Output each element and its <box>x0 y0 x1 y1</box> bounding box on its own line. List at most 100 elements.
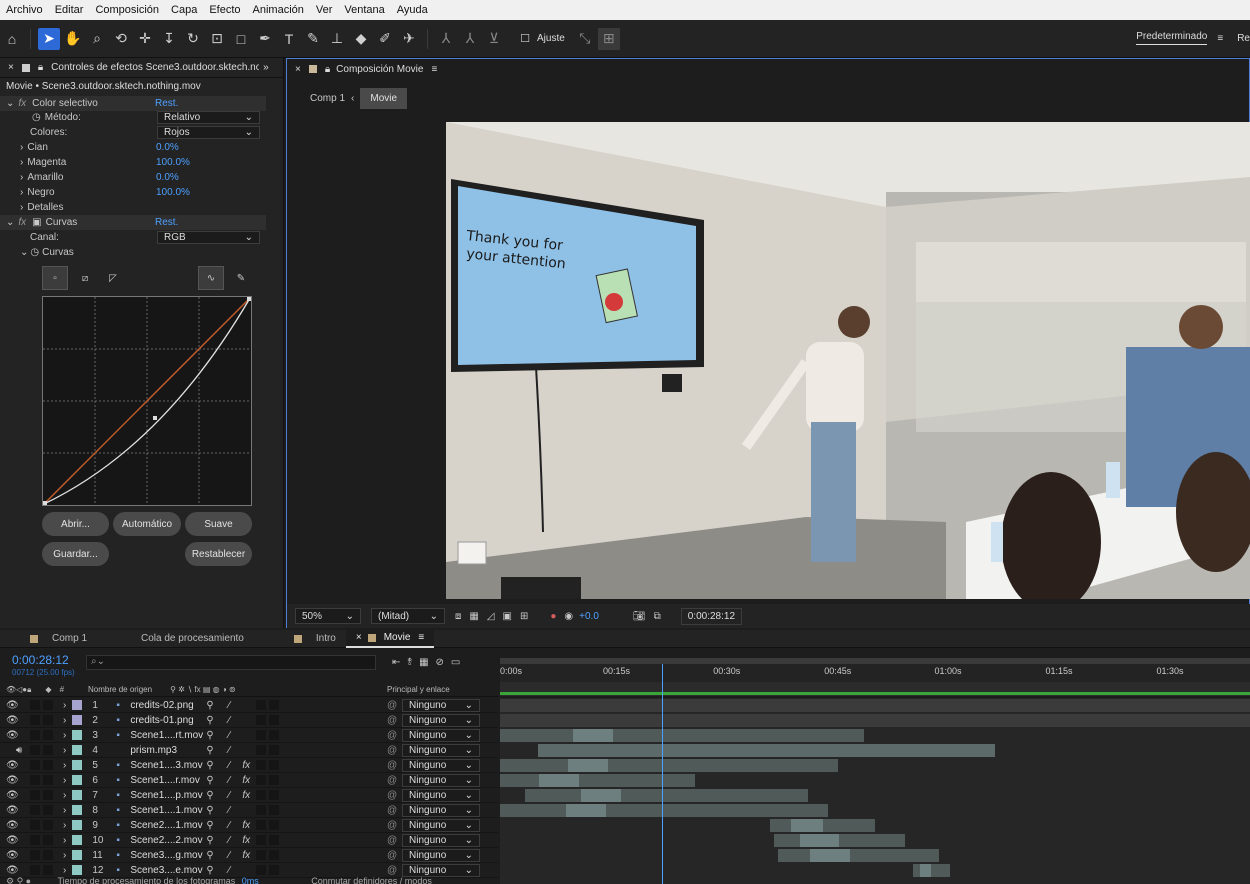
lock-icon[interactable]: 🔒︎ <box>325 64 330 75</box>
parent-dropdown[interactable]: Ninguno ⌄ <box>402 804 480 817</box>
layer-duration-bar[interactable] <box>777 849 939 862</box>
chevron-right-icon[interactable]: › <box>63 760 66 771</box>
method-dropdown[interactable]: Relativo ⌄ <box>157 111 260 124</box>
switch-box[interactable] <box>269 700 280 710</box>
composition-viewer[interactable]: Thank you for your attention <box>446 122 1250 599</box>
solo-switch[interactable] <box>30 760 40 770</box>
chevron-right-icon[interactable]: › <box>63 700 66 711</box>
parent-pickwhip-icon[interactable]: @ <box>387 820 397 831</box>
label-color-swatch[interactable] <box>72 805 83 815</box>
shy-switch-icon[interactable]: ⚲ <box>206 805 228 816</box>
hand-tool-icon[interactable]: ✋ <box>62 28 84 50</box>
toggle-switches-modes[interactable]: Conmutar definidores / modos <box>311 876 432 884</box>
eye-icon[interactable]: 👁︎ <box>6 760 30 771</box>
layer-source-name[interactable]: Scene2....2.mov <box>130 835 206 846</box>
eye-icon[interactable]: 👁︎ <box>6 805 30 816</box>
chevron-right-icon[interactable]: › <box>63 865 66 876</box>
parent-pickwhip-icon[interactable]: @ <box>387 850 397 861</box>
stopwatch-icon[interactable]: ◷ <box>32 112 41 123</box>
channel-dropdown[interactable]: RGB ⌄ <box>157 231 260 244</box>
label-color-swatch[interactable] <box>72 715 83 725</box>
chevron-right-icon[interactable]: › <box>63 730 66 741</box>
parent-column[interactable]: Principal y enlace <box>387 685 450 694</box>
param-value[interactable]: 0.0% <box>156 172 179 183</box>
eye-icon[interactable]: 👁︎ <box>6 715 30 726</box>
switch-box[interactable] <box>256 775 267 785</box>
shy-switch-icon[interactable]: ⚲ <box>206 775 228 786</box>
menu-item-1[interactable]: Editar <box>49 4 90 16</box>
layer-source-name[interactable]: Scene1....r.mov <box>130 775 206 786</box>
parent-pickwhip-icon[interactable]: @ <box>387 745 397 756</box>
selective-color-reset-link[interactable]: Rest. <box>155 98 178 109</box>
solo-switch[interactable] <box>30 865 40 875</box>
menu-item-7[interactable]: Ventana <box>338 4 390 16</box>
curve-pencil-tool-icon[interactable]: ✎ <box>228 266 254 290</box>
selection-tool-icon[interactable]: ➤ <box>38 27 60 50</box>
switch-box[interactable] <box>269 775 280 785</box>
quality-switch-icon[interactable]: ∕ <box>228 820 242 831</box>
lock-switch[interactable] <box>43 715 53 725</box>
switch-box[interactable] <box>256 850 267 860</box>
layer-duration-bar[interactable] <box>500 714 1250 727</box>
panel-menu-icon[interactable]: ≡ <box>418 632 424 643</box>
param-row-3[interactable]: › Negro 100.0% <box>0 185 266 200</box>
close-icon[interactable]: × <box>8 62 14 73</box>
chevron-right-icon[interactable]: › <box>63 715 66 726</box>
switch-box[interactable] <box>269 820 280 830</box>
parent-pickwhip-icon[interactable]: @ <box>387 835 397 846</box>
chevron-down-icon[interactable]: ⌄ <box>6 98 14 109</box>
lock-switch[interactable] <box>43 745 53 755</box>
playhead[interactable] <box>662 664 663 884</box>
show-snapshot-icon[interactable]: ⧉ <box>654 611 661 622</box>
layer-source-name[interactable]: Scene1....p.mov <box>130 790 206 801</box>
param-value[interactable]: 100.0% <box>156 157 190 168</box>
chevron-right-icon[interactable]: › <box>63 790 66 801</box>
timeline-tab-0[interactable]: Comp 1 <box>0 630 97 648</box>
switch-box[interactable] <box>256 865 267 875</box>
stopwatch-icon[interactable]: ◷ <box>30 247 39 258</box>
quality-switch-icon[interactable]: ∕ <box>228 715 242 726</box>
parent-dropdown[interactable]: Ninguno ⌄ <box>402 729 480 742</box>
param-row-2[interactable]: › Amarillo 0.0% <box>0 170 266 185</box>
home-icon[interactable]: ⌂ <box>1 28 23 50</box>
lock-switch[interactable] <box>43 850 53 860</box>
curves-header[interactable]: ⌄ fx ▣ Curvas Rest. <box>0 215 266 230</box>
fast-previews-icon[interactable]: ⧈ <box>455 611 461 622</box>
auto-button[interactable]: Automático <box>113 512 181 536</box>
open-button[interactable]: Abrir... <box>42 512 109 536</box>
menu-item-8[interactable]: Ayuda <box>391 4 434 16</box>
composition-panel-tab[interactable]: × 🔒︎ Composición Movie ≡ <box>287 59 1249 79</box>
eye-icon[interactable]: 👁︎ <box>6 775 30 786</box>
parent-pickwhip-icon[interactable]: @ <box>387 700 397 711</box>
parent-pickwhip-icon[interactable]: @ <box>387 790 397 801</box>
solo-switch[interactable] <box>30 850 40 860</box>
shy-switch-icon[interactable]: ⚲ <box>206 760 228 771</box>
audio-icon[interactable]: 🔊︎ <box>16 745 30 756</box>
label-color-swatch[interactable] <box>72 745 83 755</box>
selective-color-header[interactable]: ⌄ fx Color selectivo Rest. <box>0 96 266 111</box>
parent-dropdown[interactable]: Ninguno ⌄ <box>402 819 480 832</box>
menu-item-4[interactable]: Efecto <box>203 4 246 16</box>
curve-size-large-button[interactable]: ◸ <box>100 266 126 290</box>
snap-edge-icon[interactable]: ⤡ <box>574 28 596 50</box>
layer-duration-bar[interactable] <box>773 834 905 847</box>
eye-icon[interactable]: 👁︎ <box>6 730 30 741</box>
shy-switch-icon[interactable]: ⚲ <box>206 700 228 711</box>
curve-size-medium-button[interactable]: ⧄ <box>72 266 98 290</box>
switch-box[interactable] <box>269 790 280 800</box>
solo-switch[interactable] <box>30 805 40 815</box>
eye-icon[interactable]: 👁︎ <box>6 820 30 831</box>
shy-switch-icon[interactable]: ⚲ <box>206 820 228 831</box>
exposure-value[interactable]: +0.0 <box>579 611 599 622</box>
layer-row[interactable]: 🔊︎ › 4 prism.mp3 ⚲ ∕ @ Ninguno ⌄ <box>0 743 498 758</box>
colors-dropdown[interactable]: Rojos ⌄ <box>157 126 260 139</box>
magnification-dropdown[interactable]: 50% ⌄ <box>295 608 361 624</box>
switch-box[interactable] <box>269 745 280 755</box>
curve-bezier-tool-icon[interactable]: ∿ <box>198 266 224 290</box>
local-axis-icon[interactable]: ⅄ <box>435 28 457 50</box>
grid-guides-icon[interactable]: ⊞ <box>520 611 528 622</box>
puppet-pin-icon[interactable]: ✈ <box>398 28 420 50</box>
workspace-menu-icon[interactable]: ≡ <box>1217 33 1223 44</box>
snap-feature-icon[interactable]: ⊞ <box>597 27 620 50</box>
quality-switch-icon[interactable]: ∕ <box>228 730 242 741</box>
